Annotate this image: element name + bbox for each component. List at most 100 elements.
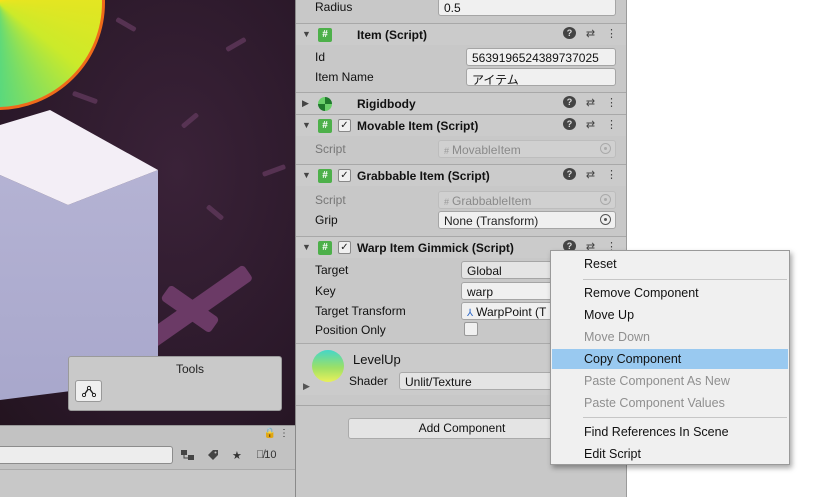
- menu-separator: [583, 417, 787, 418]
- target-label: Target: [315, 263, 349, 277]
- menu-item-move-up[interactable]: Move Up: [552, 305, 788, 325]
- radius-label: Radius: [315, 0, 353, 14]
- script-field: # GrabbableItem: [438, 191, 616, 209]
- script-file-icon: #: [444, 197, 450, 207]
- script-file-icon: #: [444, 146, 450, 156]
- help-icon[interactable]: ?: [563, 168, 576, 180]
- script-icon: #: [318, 28, 332, 42]
- grip-row: Grip None (Transform): [296, 209, 626, 231]
- scene-grid-mark: [225, 36, 247, 53]
- tools-overlay: Tools: [68, 356, 282, 411]
- radius-row: Radius 0.5: [296, 0, 626, 18]
- hidden-visibility-icon[interactable]: 👁̸ 10: [256, 446, 277, 464]
- script-icon: #: [318, 169, 332, 183]
- key-label: Key: [315, 284, 336, 298]
- component-actions: ? ⇄ ⋮: [563, 27, 618, 40]
- foldout-collapsed-icon[interactable]: ▶: [303, 381, 310, 392]
- material-name: LevelUp: [353, 352, 401, 367]
- component-actions: ? ⇄ ⋮: [563, 118, 618, 131]
- id-field[interactable]: 5639196524389737025: [466, 48, 616, 66]
- scene-grid-mark: [261, 164, 287, 177]
- script-value: GrabbableItem: [452, 194, 532, 208]
- context-menu-icon[interactable]: ⋮: [605, 27, 618, 40]
- menu-item-copy-component[interactable]: Copy Component: [552, 349, 788, 369]
- id-label: Id: [315, 50, 326, 64]
- menu-item-move-down: Move Down: [584, 330, 650, 344]
- script-field: # MovableItem: [438, 140, 616, 158]
- script-icon: #: [318, 119, 332, 133]
- add-component-button[interactable]: Add Component: [348, 418, 576, 439]
- menu-item-remove-component[interactable]: Remove Component: [552, 283, 788, 303]
- position-only-label: Position Only: [315, 323, 386, 337]
- item-component-header[interactable]: ▼ # Item (Script) ? ⇄ ⋮: [296, 23, 626, 45]
- search-input[interactable]: [0, 446, 173, 464]
- component-title: Movable Item (Script): [357, 119, 479, 133]
- filter-type-icon[interactable]: [180, 446, 196, 464]
- component-actions: ? ⇄ ⋮: [563, 168, 618, 181]
- favorite-star-icon[interactable]: ★: [232, 446, 242, 464]
- object-picker-icon[interactable]: [600, 214, 611, 225]
- component-title: Grabbable Item (Script): [357, 169, 490, 183]
- hidden-count: 10: [264, 449, 277, 461]
- position-only-checkbox[interactable]: [464, 322, 478, 336]
- enabled-checkbox[interactable]: ✓: [338, 241, 351, 254]
- eye-slash-icon: 👁̸: [256, 449, 265, 461]
- material-preview-thumbnail: [312, 350, 344, 382]
- script-value: MovableItem: [452, 143, 521, 157]
- menu-item-paste-component-values: Paste Component Values: [584, 396, 725, 410]
- enabled-checkbox[interactable]: ✓: [338, 169, 351, 182]
- movable-script-row: Script # MovableItem: [296, 138, 626, 160]
- path-tool-button[interactable]: [75, 380, 102, 402]
- target-transform-value: WarpPoint (T: [476, 305, 547, 319]
- help-icon[interactable]: ?: [563, 96, 576, 108]
- menu-item-edit-script[interactable]: Edit Script: [552, 444, 788, 464]
- grip-value: None (Transform): [444, 214, 539, 228]
- component-actions: ? ⇄ ⋮: [563, 96, 618, 109]
- context-menu-icon[interactable]: ⋮: [605, 96, 618, 109]
- foldout-expanded-icon[interactable]: ▼: [302, 170, 311, 180]
- menu-item-reset[interactable]: Reset: [552, 254, 788, 274]
- object-picker-icon: [600, 194, 611, 205]
- context-menu-icon[interactable]: ⋮: [605, 118, 618, 131]
- help-icon[interactable]: ?: [563, 118, 576, 130]
- item-name-label: Item Name: [315, 70, 374, 84]
- movable-item-component-header[interactable]: ▼ # ✓ Movable Item (Script) ? ⇄ ⋮: [296, 114, 626, 136]
- preset-icon[interactable]: ⇄: [584, 96, 597, 109]
- component-title: Item (Script): [357, 28, 428, 42]
- rigidbody-component-header[interactable]: ▶ Rigidbody ? ⇄ ⋮: [296, 92, 626, 114]
- panel-controls: 🔒 ⋮: [264, 428, 289, 439]
- grip-field[interactable]: None (Transform): [438, 211, 616, 229]
- preset-icon[interactable]: ⇄: [584, 168, 597, 181]
- grabbable-item-component-header[interactable]: ▼ # ✓ Grabbable Item (Script) ? ⇄ ⋮: [296, 164, 626, 186]
- foldout-expanded-icon[interactable]: ▼: [302, 242, 311, 252]
- path-tool-icon: [81, 385, 96, 397]
- script-label: Script: [315, 193, 346, 207]
- item-name-row: Item Name アイテム: [296, 66, 626, 88]
- shader-label: Shader: [349, 374, 388, 388]
- foldout-expanded-icon[interactable]: ▼: [302, 29, 311, 39]
- target-transform-label: Target Transform: [315, 304, 406, 318]
- scene-view[interactable]: Tools: [0, 0, 295, 425]
- label-tag-icon[interactable]: [207, 446, 219, 464]
- help-icon[interactable]: ?: [563, 27, 576, 39]
- enabled-checkbox[interactable]: ✓: [338, 119, 351, 132]
- menu-separator: [583, 279, 787, 280]
- radius-field[interactable]: 0.5: [438, 0, 616, 16]
- component-title: Rigidbody: [357, 97, 416, 111]
- preset-icon[interactable]: ⇄: [584, 118, 597, 131]
- lock-icon[interactable]: 🔒: [264, 428, 276, 439]
- transform-icon: ⅄: [467, 308, 474, 319]
- foldout-expanded-icon[interactable]: ▼: [302, 120, 311, 130]
- foldout-collapsed-icon[interactable]: ▶: [302, 98, 309, 109]
- preset-icon[interactable]: ⇄: [584, 27, 597, 40]
- more-menu-icon[interactable]: ⋮: [279, 428, 289, 439]
- script-icon: #: [318, 241, 332, 255]
- hierarchy-list: [0, 469, 295, 497]
- component-title: Warp Item Gimmick (Script): [357, 241, 514, 255]
- tools-title: Tools: [175, 362, 204, 376]
- component-context-menu: Reset Remove Component Move Up Move Down…: [550, 250, 790, 465]
- rigidbody-icon: [318, 97, 332, 111]
- context-menu-icon[interactable]: ⋮: [605, 168, 618, 181]
- item-name-field[interactable]: アイテム: [466, 68, 616, 86]
- menu-item-find-references-in-scene[interactable]: Find References In Scene: [552, 422, 788, 442]
